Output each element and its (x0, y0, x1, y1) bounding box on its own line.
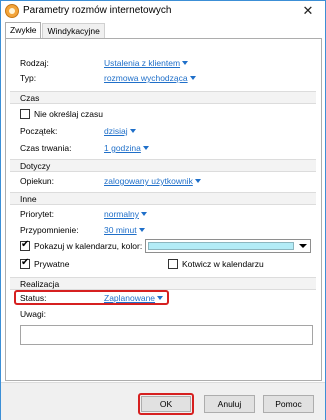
czas-trwania-value: 1 godzina (104, 143, 141, 153)
tab-bar: Zwykłe Windykacyjne (5, 22, 106, 39)
chevron-down-icon (140, 212, 147, 216)
color-swatch (148, 242, 294, 250)
anuluj-button[interactable]: Anuluj (204, 395, 255, 413)
opiekun-label: Opiekun: (20, 176, 55, 186)
kotwicz-label: Kotwicz w kalendarzu (182, 259, 264, 269)
czas-trwania-label: Czas trwania: (20, 143, 72, 153)
poczatek-dropdown[interactable]: dzisiaj (104, 126, 136, 136)
chevron-down-icon (129, 129, 136, 133)
opiekun-value: zalogowany użytkownik (104, 176, 193, 186)
typ-dropdown[interactable]: rozmowa wychodząca (104, 73, 196, 83)
window-title: Parametry rozmów internetowych (23, 5, 172, 16)
chevron-down-icon (194, 179, 201, 183)
checkbox-box (20, 257, 30, 269)
checkbox-box (20, 239, 30, 251)
typ-label: Typ: (20, 73, 37, 83)
prywatne-label: Prywatne (34, 259, 70, 269)
uwagi-textarea[interactable] (20, 325, 313, 345)
priorytet-dropdown[interactable]: normalny (104, 209, 147, 219)
rodzaj-label: Rodzaj: (20, 58, 49, 68)
status-label: Status: (20, 293, 47, 303)
rodzaj-dropdown[interactable]: Ustalenia z klientem (104, 58, 189, 68)
uwagi-label: Uwagi: (20, 309, 46, 319)
status-value: Zaplanowane (104, 293, 156, 303)
nie-okreslaj-czasu-label: Nie określaj czasu (34, 109, 103, 119)
section-czas: Czas (10, 91, 316, 104)
tab-windykacyjne[interactable]: Windykacyjne (42, 23, 105, 38)
close-icon[interactable]: ✕ (295, 1, 321, 21)
typ-value: rozmowa wychodząca (104, 73, 188, 83)
przypomnienie-dropdown[interactable]: 30 minut (104, 225, 145, 235)
chevron-down-icon (182, 61, 189, 65)
przypomnienie-label: Przypomnienie: (20, 225, 79, 235)
priorytet-label: Priorytet: (20, 209, 55, 219)
chevron-down-icon (299, 244, 307, 248)
color-picker[interactable] (145, 239, 311, 253)
section-inne: Inne (10, 192, 316, 205)
app-icon (5, 4, 19, 18)
tab-zwykle[interactable]: Zwykłe (5, 22, 42, 39)
status-dropdown[interactable]: Zaplanowane (104, 293, 164, 303)
section-dotyczy: Dotyczy (10, 159, 316, 172)
czas-trwania-dropdown[interactable]: 1 godzina (104, 143, 149, 153)
ok-button[interactable]: OK (141, 396, 191, 412)
chevron-down-icon (138, 228, 145, 232)
button-bar: OK Anuluj Pomoc (1, 382, 325, 420)
chevron-down-icon (157, 296, 164, 300)
opiekun-dropdown[interactable]: zalogowany użytkownik (104, 176, 201, 186)
poczatek-value: dzisiaj (104, 126, 128, 136)
title-bar: Parametry rozmów internetowych ✕ (1, 1, 325, 22)
nie-okreslaj-czasu-checkbox[interactable]: Nie określaj czasu (20, 109, 103, 119)
kotwicz-checkbox[interactable]: Kotwicz w kalendarzu (168, 259, 264, 269)
rodzaj-value: Ustalenia z klientem (104, 58, 181, 68)
poczatek-label: Początek: (20, 126, 58, 136)
pokazuj-w-kalendarzu-checkbox[interactable]: Pokazuj w kalendarzu, kolor: (20, 239, 143, 251)
pomoc-button[interactable]: Pomoc (263, 395, 314, 413)
pokazuj-w-kalendarzu-label: Pokazuj w kalendarzu, kolor: (34, 241, 143, 251)
chevron-down-icon (142, 146, 149, 150)
tab-panel: Rodzaj: Ustalenia z klientem Typ: rozmow… (5, 38, 322, 381)
chevron-down-icon (189, 76, 196, 80)
priorytet-value: normalny (104, 209, 139, 219)
prywatne-checkbox[interactable]: Prywatne (20, 257, 70, 269)
checkbox-box (168, 259, 178, 269)
checkbox-box (20, 109, 30, 119)
dialog-window: Parametry rozmów internetowych ✕ Zwykłe … (0, 0, 326, 420)
przypomnienie-value: 30 minut (104, 225, 137, 235)
section-realizacja: Realizacja (10, 277, 316, 290)
